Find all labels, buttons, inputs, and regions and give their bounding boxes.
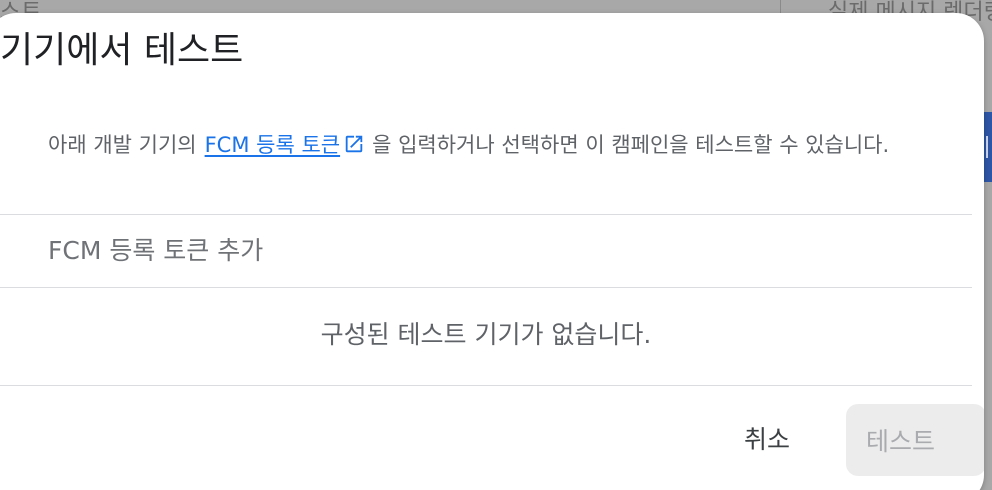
background-side-tab: [984, 112, 992, 182]
background-divider: [780, 0, 781, 14]
dialog-title: 기기에서 테스트: [0, 30, 244, 71]
divider-bottom: [0, 385, 972, 386]
test-on-device-dialog: 기기에서 테스트 아래 개발 기기의 FCM 등록 토큰 을 입력하거나 선택하…: [0, 13, 984, 490]
description-prefix: 아래 개발 기기의: [48, 133, 197, 157]
empty-devices-message: 구성된 테스트 기기가 없습니다.: [320, 320, 652, 349]
divider-middle: [0, 287, 972, 288]
open-in-new-icon[interactable]: [342, 132, 366, 156]
description-suffix: 을 입력하거나 선택하면 이 캠페인을 테스트할 수 있습니다.: [372, 133, 890, 157]
dialog-description: 아래 개발 기기의 FCM 등록 토큰 을 입력하거나 선택하면 이 캠페인을 …: [48, 129, 889, 159]
test-button[interactable]: 테스트: [846, 404, 984, 476]
fcm-token-input[interactable]: [24, 214, 964, 286]
cancel-button[interactable]: 취소: [728, 412, 806, 464]
fcm-token-link[interactable]: FCM 등록 토큰: [205, 129, 341, 159]
